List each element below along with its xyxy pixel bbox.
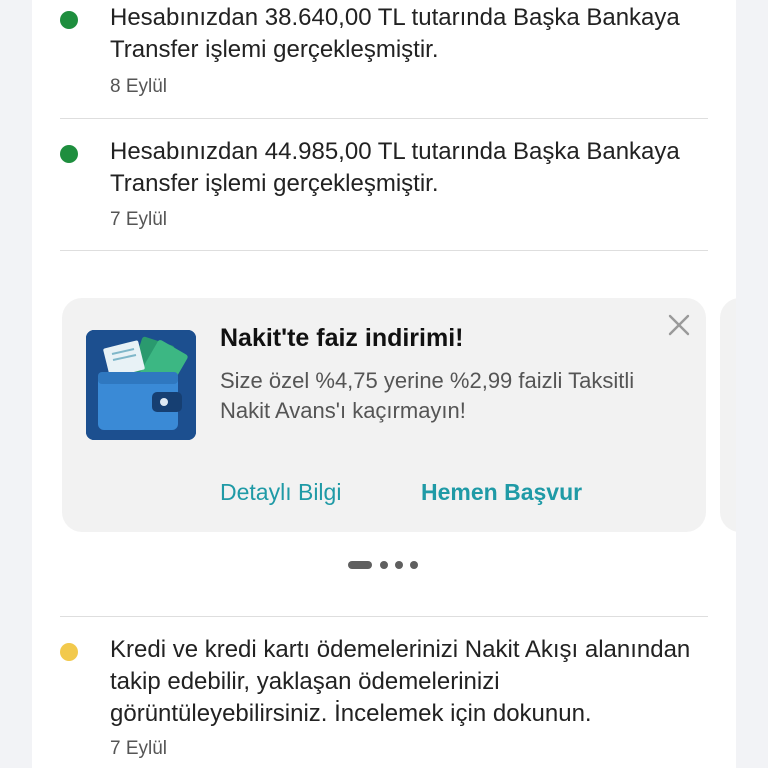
status-dot-success <box>60 145 78 163</box>
detayli-bilgi-link[interactable]: Detaylı Bilgi <box>220 479 341 506</box>
pager-dot-active[interactable] <box>348 561 372 569</box>
hemen-basvur-button[interactable]: Hemen Başvur <box>421 479 582 506</box>
promo-card[interactable]: Nakit'te faiz indirimi! Size özel %4,75 … <box>62 298 706 532</box>
notification-date: 8 Eylül <box>110 76 168 97</box>
notification-message: Hesabınızdan 44.985,00 TL tutarında Başk… <box>110 138 680 197</box>
notification-message: Kredi ve kredi kartı ödemelerinizi Nakit… <box>110 636 691 727</box>
promo-title: Nakit'te faiz indirimi! <box>220 324 464 352</box>
notification-item[interactable]: Hesabınızdan 44.985,00 TL tutarında Başk… <box>60 136 708 236</box>
pager-dot[interactable] <box>410 561 418 569</box>
notification-date: 7 Eylül <box>110 738 168 759</box>
divider <box>60 250 708 251</box>
divider <box>60 616 708 617</box>
pager-dot[interactable] <box>395 561 403 569</box>
notification-message: Hesabınızdan 38.640,00 TL tutarında Başk… <box>110 4 680 63</box>
pager-dot[interactable] <box>380 561 388 569</box>
notifications-page: Hesabınızdan 38.640,00 TL tutarında Başk… <box>32 0 736 768</box>
divider <box>60 118 708 119</box>
promo-description: Size özel %4,75 yerine %2,99 faizli Taks… <box>220 368 635 423</box>
notification-item[interactable]: Kredi ve kredi kartı ödemelerinizi Nakit… <box>60 634 708 768</box>
notification-date: 7 Eylül <box>110 209 168 230</box>
close-icon[interactable] <box>666 312 692 338</box>
next-promo-card-peek[interactable] <box>720 298 736 532</box>
wallet-cash-icon <box>86 330 196 440</box>
notification-item[interactable]: Hesabınızdan 38.640,00 TL tutarında Başk… <box>60 2 708 102</box>
status-dot-info <box>60 643 78 661</box>
status-dot-success <box>60 11 78 29</box>
